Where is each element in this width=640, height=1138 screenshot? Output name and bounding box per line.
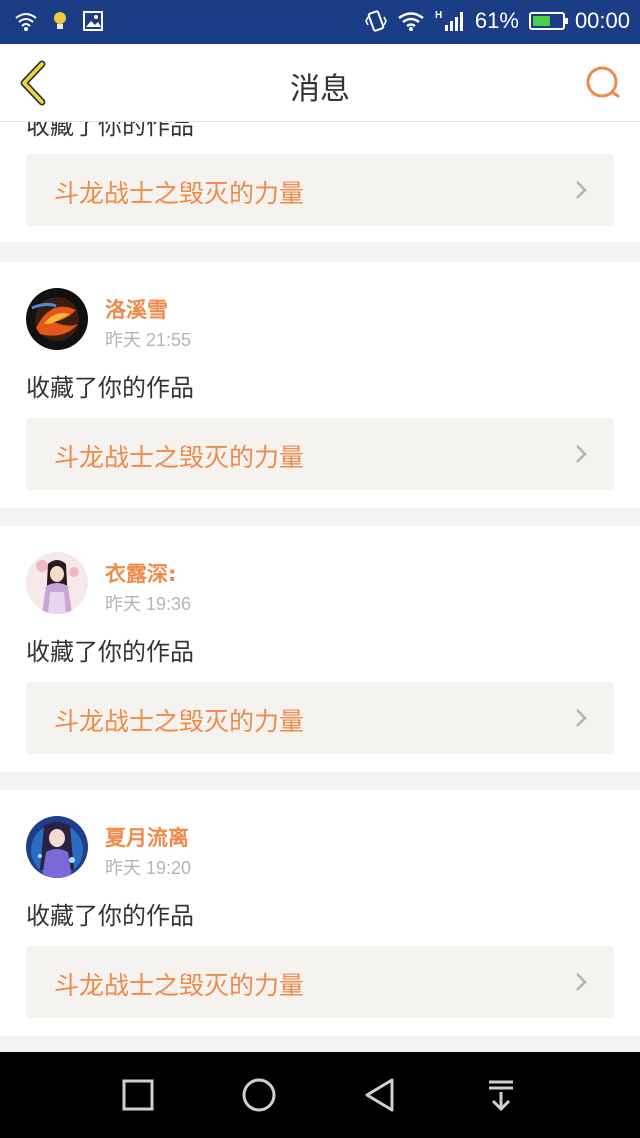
message-action: 收藏了你的作品: [26, 902, 194, 930]
work-link[interactable]: 斗龙战士之毁灭的力量: [26, 682, 614, 754]
status-bar: H 61% 00:00: [0, 0, 640, 44]
message-action: 收藏了你的作品: [26, 638, 194, 666]
battery-icon: [528, 12, 568, 30]
avatar[interactable]: [26, 552, 88, 614]
message-card: 夏月流离 昨天 19:20 收藏了你的作品 斗龙战士之毁灭的力量: [0, 790, 640, 1036]
message-card: 收藏了你的作品 斗龙战士之毁灭的力量: [0, 122, 640, 242]
chevron-right-icon: [574, 971, 588, 997]
work-title: 斗龙战士之毁灭的力量: [54, 971, 305, 1000]
work-link[interactable]: 斗龙战士之毁灭的力量: [26, 154, 614, 226]
home-button[interactable]: [238, 1074, 280, 1116]
system-back-button[interactable]: [359, 1074, 401, 1116]
recent-apps-button[interactable]: [117, 1074, 159, 1116]
gallery-icon: [82, 10, 104, 32]
avatar[interactable]: [26, 288, 88, 350]
user-name[interactable]: 洛溪雪: [105, 294, 168, 324]
page-title: 消息: [290, 72, 350, 107]
home-icon[interactable]: [238, 1074, 280, 1116]
notification-pull-button[interactable]: [480, 1074, 522, 1116]
message-action: 收藏了你的作品: [26, 122, 194, 140]
status-bar-right: H 61% 00:00: [365, 8, 630, 34]
header: 消息: [0, 44, 640, 122]
message-time: 昨天 21:55: [105, 330, 192, 350]
vibrate-icon: [365, 9, 387, 33]
chevron-right-icon: [574, 179, 588, 205]
cell-signal-icon: H: [435, 9, 465, 33]
chevron-right-icon: [574, 443, 588, 469]
wifi-signal-icon: [397, 10, 425, 32]
status-bar-left: [14, 10, 104, 32]
search-icon[interactable]: [584, 64, 624, 104]
work-link[interactable]: 斗龙战士之毁灭的力量: [26, 418, 614, 490]
notification-pull-icon[interactable]: [480, 1074, 522, 1116]
work-title: 斗龙战士之毁灭的力量: [54, 707, 305, 736]
clock: 00:00: [574, 8, 630, 33]
message-list[interactable]: 收藏了你的作品 斗龙战士之毁灭的力量 洛溪雪 昨天 21:55 收藏了你的作品 …: [0, 122, 640, 1052]
battery-percent: 61%: [474, 8, 519, 33]
recent-apps-icon[interactable]: [117, 1074, 159, 1116]
wifi-icon: [14, 10, 38, 32]
system-nav-bar: [0, 1052, 640, 1138]
message-time: 昨天 19:36: [105, 594, 192, 614]
avatar[interactable]: [26, 816, 88, 878]
battery-fill: [532, 16, 550, 26]
chevron-right-icon: [574, 707, 588, 733]
search-button[interactable]: [584, 64, 624, 104]
message-card: 衣露深: 昨天 19:36 收藏了你的作品 斗龙战士之毁灭的力量: [0, 526, 640, 772]
work-link[interactable]: 斗龙战士之毁灭的力量: [26, 946, 614, 1018]
message-card: 洛溪雪 昨天 21:55 收藏了你的作品 斗龙战士之毁灭的力量: [0, 262, 640, 508]
work-title: 斗龙战士之毁灭的力量: [54, 443, 305, 472]
notification-bulb-icon: [50, 10, 70, 32]
back-icon[interactable]: [359, 1074, 401, 1116]
message-time: 昨天 19:20: [105, 858, 192, 878]
signal-type-label: H: [435, 10, 442, 21]
user-name[interactable]: 衣露深:: [105, 558, 176, 588]
work-title: 斗龙战士之毁灭的力量: [54, 179, 305, 208]
message-action: 收藏了你的作品: [26, 374, 194, 402]
user-name[interactable]: 夏月流离: [105, 822, 189, 852]
